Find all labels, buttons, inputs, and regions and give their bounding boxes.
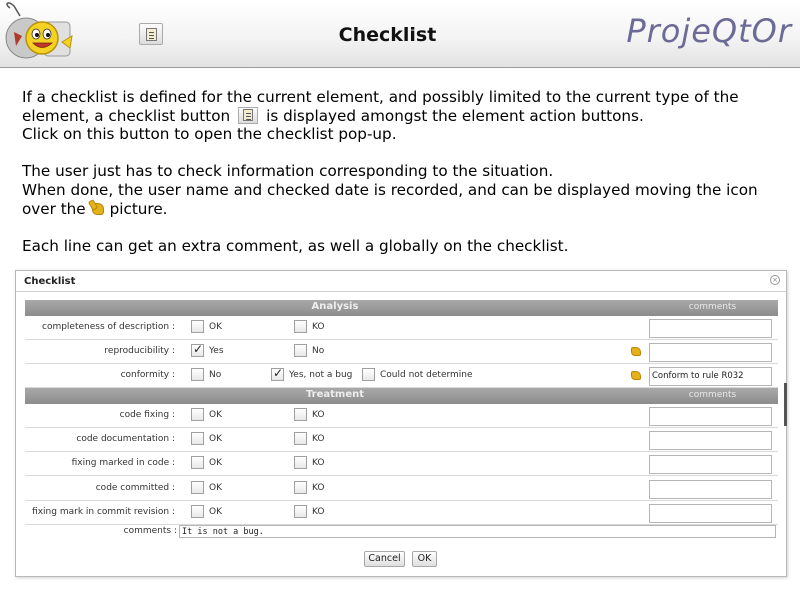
checkbox-checked[interactable]: [271, 366, 284, 382]
checklist-option-label: KO: [312, 410, 325, 420]
checklist-icon: [243, 108, 254, 121]
checklist-option-label: OK: [209, 482, 222, 493]
comments-column-header: comments: [688, 390, 737, 400]
checklist-option-label: OK: [209, 458, 222, 469]
page-title: Checklist: [338, 24, 437, 46]
checklist-option-label: No: [312, 346, 325, 357]
checklist-item-label: fixing marked in code :: [71, 458, 175, 469]
checkbox[interactable]: [294, 408, 307, 421]
checklist-option-label: Could not determine: [380, 370, 473, 381]
desc-text: picture.: [109, 199, 168, 218]
global-comment-input[interactable]: It is not a bug.: [179, 525, 776, 538]
checklist-header-button[interactable]: [139, 23, 163, 45]
checklist-option-label: Yes: [209, 346, 224, 357]
checkbox[interactable]: [294, 480, 307, 494]
checklist-item-label: completeness of description :: [42, 322, 175, 332]
checklist-option-label: KO: [312, 434, 325, 445]
section-title: Treatment: [305, 389, 365, 400]
checklist-option-label: KO: [312, 482, 325, 493]
desc-text: The user just has to check information c…: [22, 162, 554, 181]
checklist-row: code fixing : OK KO: [25, 404, 778, 428]
checklist-option-label: KO: [312, 322, 325, 332]
checklist-row: fixing marked in code : OK KO: [25, 452, 778, 477]
checkbox[interactable]: [294, 320, 307, 333]
checklist-option-label: KO: [312, 458, 325, 469]
help-description: If a checklist is defined for the curren…: [22, 88, 792, 274]
desc-text: Click on this button to open the checkli…: [22, 125, 397, 144]
dialog-title: Checklist: [24, 276, 76, 287]
checkbox[interactable]: [191, 456, 204, 470]
checklist-option-label: OK: [209, 322, 222, 332]
line-comment-input[interactable]: [649, 407, 772, 426]
checklist-option-label: Yes, not a bug: [289, 370, 353, 381]
line-comment-input[interactable]: [649, 503, 772, 523]
checklist-option-label: OK: [209, 410, 222, 420]
checklist-option-label: KO: [312, 506, 325, 517]
line-comment-input[interactable]: [649, 455, 772, 475]
comments-column-header: comments: [688, 302, 737, 312]
checklist-option-label: OK: [209, 434, 222, 445]
line-comment-input[interactable]: Conform to rule R032: [649, 367, 772, 387]
checklist-row: code documentation : OK KO: [25, 428, 778, 453]
desc-text: Each line can get an extra comment, as w…: [22, 236, 569, 255]
checklist-item-label: code documentation :: [76, 434, 175, 445]
line-comment-input[interactable]: [649, 319, 772, 338]
checklist-item-label: code fixing :: [119, 410, 175, 420]
checklist-item-label: code committed :: [95, 482, 175, 493]
checkbox[interactable]: [191, 504, 204, 518]
checklist-item-label: conformity :: [120, 370, 175, 381]
checkbox[interactable]: [294, 432, 307, 446]
checkbox[interactable]: [191, 408, 204, 421]
checklist-dialog: Checklist × Analysis comments completeness…: [15, 270, 787, 577]
brand-logo-text: ProjeQtOr: [626, 12, 792, 50]
hand-icon: [91, 202, 104, 215]
hand-icon[interactable]: [631, 371, 641, 381]
checklist-row: code committed : OK KO: [25, 477, 778, 501]
checklist-row: conformity : No Yes, not a bug Could not de…: [25, 364, 778, 389]
hand-icon[interactable]: [631, 347, 641, 357]
section-header: Treatment comments: [25, 388, 778, 404]
section-title: Analysis: [311, 301, 359, 312]
checkbox[interactable]: [294, 456, 307, 470]
checkbox[interactable]: [191, 320, 204, 333]
line-comment-input[interactable]: [649, 343, 772, 363]
checklist-option-label: No: [209, 370, 222, 381]
checkbox-checked[interactable]: [191, 342, 204, 358]
line-comment-input[interactable]: [649, 431, 772, 451]
global-comment-row: comments : It is not a bug.: [25, 525, 778, 539]
checklist-item-label: fixing mark in commit revision :: [32, 506, 175, 517]
checklist-row: completeness of description : OK KO: [25, 316, 778, 340]
checklist-icon: [146, 28, 157, 41]
line-comment-input[interactable]: [649, 479, 772, 499]
inline-checklist-button-image: [238, 106, 259, 124]
projeqtor-mascot-logo: [5, 2, 73, 59]
global-comment-label: comments :: [123, 526, 177, 536]
checkbox[interactable]: [191, 368, 204, 382]
checkbox[interactable]: [191, 432, 204, 446]
checklist-option-label: OK: [209, 506, 222, 517]
close-icon[interactable]: ×: [770, 275, 780, 285]
checklist-item-label: reproducibility :: [104, 346, 175, 357]
checkbox[interactable]: [294, 344, 307, 358]
desc-text: is displayed amongst the element action …: [266, 106, 644, 125]
dialog-divider: [16, 291, 786, 292]
checkbox[interactable]: [362, 368, 375, 382]
checklist-row: reproducibility : Yes No: [25, 340, 778, 365]
scrollbar[interactable]: [784, 383, 787, 426]
ok-button[interactable]: OK: [412, 551, 437, 567]
checklist-row: fixing mark in commit revision : OK KO: [25, 501, 778, 525]
checkbox[interactable]: [294, 504, 307, 518]
section-header: Analysis comments: [25, 300, 778, 316]
checkbox[interactable]: [191, 480, 204, 494]
page-header: Checklist ProjeQtOr: [0, 0, 800, 68]
cancel-button[interactable]: Cancel: [364, 551, 405, 567]
